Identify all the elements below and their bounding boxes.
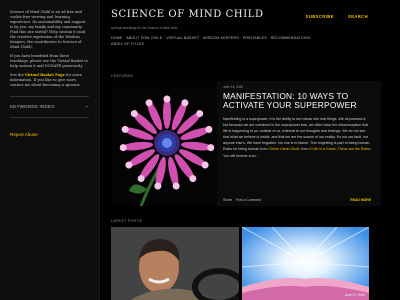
main-nav: HOME · ABOUT SOM CHILD · VIRTUAL BASKET …: [111, 36, 311, 46]
featured-post: June 14, 2020 MANIFESTATION: 10 WAYS TO …: [111, 81, 381, 206]
read-more-link[interactable]: READ MORE: [350, 198, 371, 202]
sidebar-divider: [10, 96, 89, 97]
nav-item-virtual-basket[interactable]: VIRTUAL BASKET: [166, 36, 199, 40]
latest-posts-grid: June 07, 2020: [111, 227, 381, 300]
about-paragraph-1: Science of Mind Child is an ad free and …: [10, 10, 86, 49]
report-abuse-link[interactable]: Report Abuse: [10, 132, 89, 137]
about-p3-prefix: See the: [10, 73, 24, 77]
sidebar: Science of Mind Child is an ad free and …: [0, 0, 100, 300]
post-date: June 14, 2020: [223, 85, 244, 89]
latest-post-thumbnail-2[interactable]: June 07, 2020: [242, 227, 369, 300]
book-link[interactable]: If Life is a Game, These are the Rules: [310, 147, 370, 151]
excerpt-p2-mid: , from: [299, 147, 309, 152]
keywords-index-label: KEYWORDS INDEX: [10, 103, 55, 109]
header-actions: SUBSCRIBE SEARCH: [306, 14, 368, 19]
featured-post-text: June 14, 2020 MANIFESTATION: 10 WAYS TO …: [223, 81, 371, 206]
site-title[interactable]: SCIENCE OF MIND CHILD: [111, 9, 264, 20]
post-excerpt: Manifesting is a superpower. It is the a…: [223, 116, 371, 159]
latest-posts-label: LATEST POSTS: [111, 219, 143, 223]
excerpt-paragraph-2: Rules for being human from Cherie Carter…: [223, 146, 371, 158]
post-title[interactable]: MANIFESTATION: 10 WAYS TO ACTIVATE YOUR …: [223, 92, 371, 110]
subscribe-button[interactable]: SUBSCRIBE: [306, 14, 334, 19]
search-button[interactable]: SEARCH: [348, 14, 368, 19]
about-paragraph-2: If you have benefited from these teachin…: [10, 54, 88, 68]
nav-item-about[interactable]: ABOUT SOM CHILD: [126, 36, 162, 40]
featured-label: FEATURED: [111, 74, 134, 78]
post-footer: Share Post a Comment READ MORE: [223, 198, 371, 202]
latest-post-2-date: June 07, 2020: [344, 293, 365, 297]
sidebar-divider-2: [10, 117, 89, 118]
about-paragraph-3: See the Virtual Basket Page for more inf…: [10, 73, 89, 88]
excerpt-paragraph-1: Manifesting is a superpower. It is the a…: [223, 117, 371, 146]
nav-item-home[interactable]: HOME: [111, 36, 123, 40]
latest-post-thumbnail-1[interactable]: [111, 227, 239, 300]
chevron-down-icon: ⌄: [85, 103, 89, 108]
featured-post-image[interactable]: [111, 81, 217, 206]
author-link[interactable]: Cherie Carter-Scott: [268, 147, 299, 151]
share-button[interactable]: Share: [223, 198, 232, 202]
keywords-index-toggle[interactable]: KEYWORDS INDEX ⌄: [10, 103, 89, 109]
nav-item-wisdom-keepers[interactable]: WISDOM KEEPERS: [203, 36, 239, 40]
about-widget: Science of Mind Child is an ad free and …: [10, 10, 89, 88]
comment-link[interactable]: Post a Comment: [236, 198, 261, 202]
excerpt-p2-prefix: Rules for being human from: [223, 147, 268, 152]
nav-item-printables[interactable]: PRINTABLES: [243, 36, 267, 40]
nav-item-index-of-titles[interactable]: INDEX OF TITLES: [111, 42, 144, 46]
virtual-basket-link[interactable]: Virtual Basket Page: [25, 73, 65, 77]
nav-item-recommendations[interactable]: RECOMMENDATIONS: [271, 36, 311, 40]
man-driving-image-icon: [111, 227, 239, 300]
flower-image-icon: [111, 81, 217, 206]
light-burst-image-icon: [242, 227, 369, 300]
site-tagline: spiritual teachings for the Science of M…: [111, 26, 178, 30]
